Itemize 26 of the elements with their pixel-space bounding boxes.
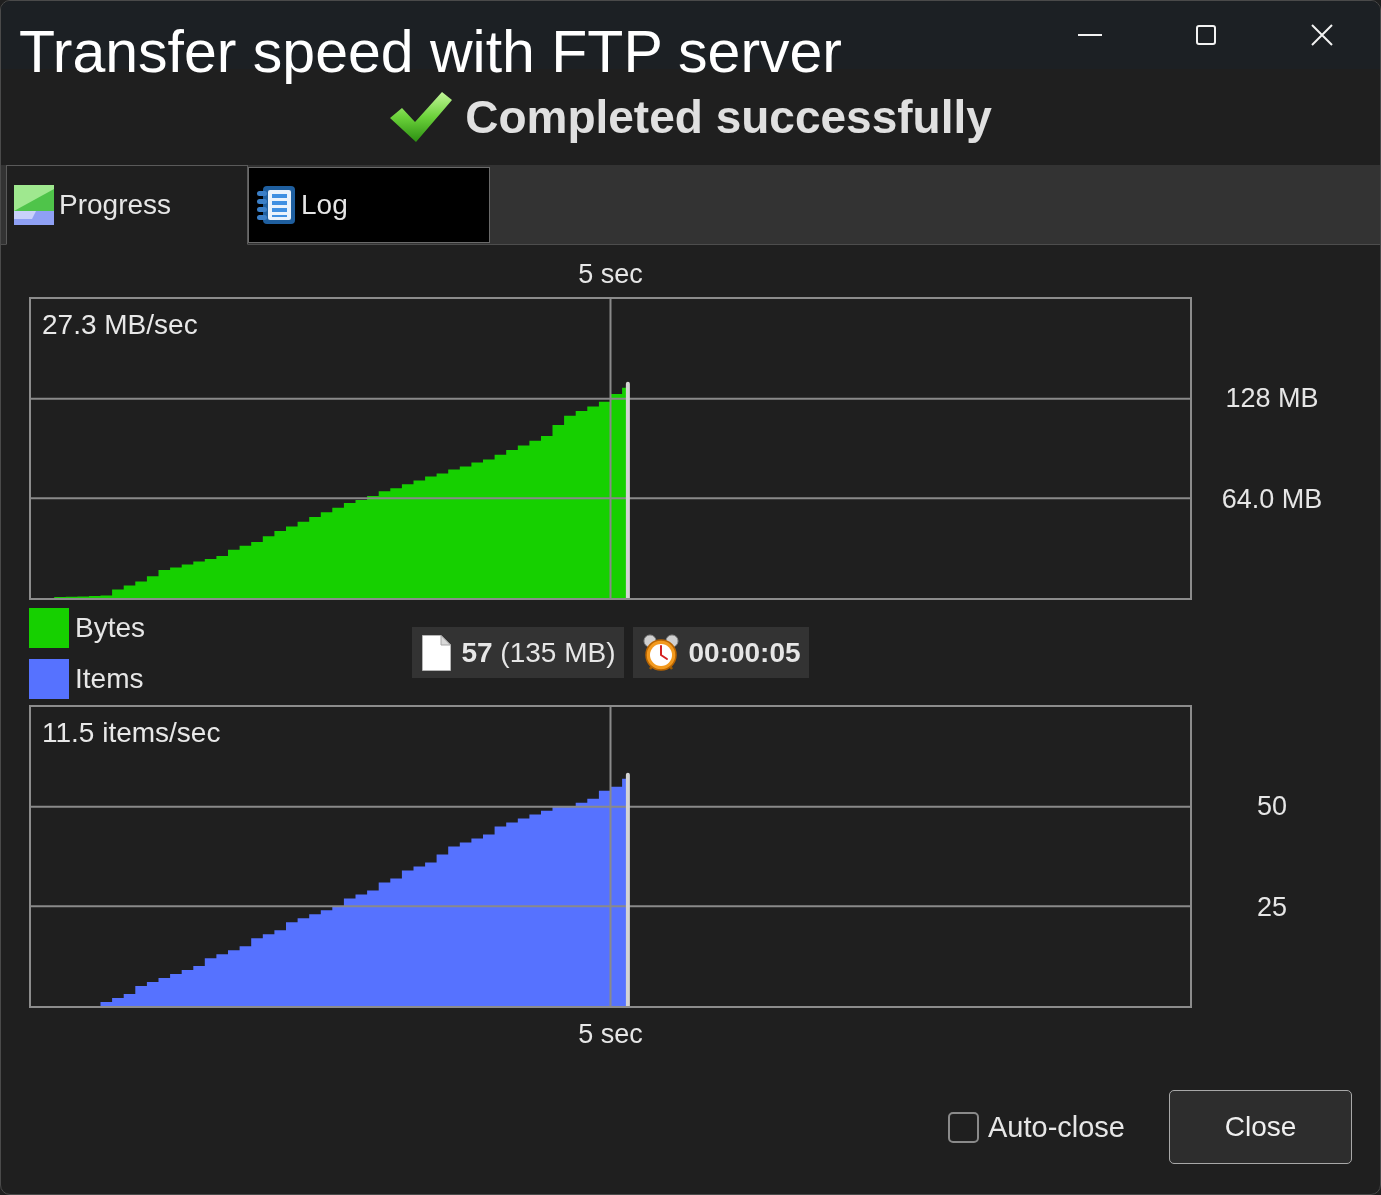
alarm-clock-icon — [642, 633, 679, 672]
close-icon — [1311, 24, 1333, 46]
scale-label: 128 MB — [1225, 381, 1319, 415]
maximize-icon — [1196, 25, 1216, 45]
tab[interactable]: Progress — [6, 165, 248, 245]
file-count-text: 57 (135 MB) — [461, 636, 616, 669]
legend-label: Items — [75, 663, 144, 695]
elapsed-time: 00:00:05 — [688, 636, 801, 669]
tab[interactable]: Log — [248, 167, 490, 243]
legend-label: Bytes — [75, 612, 146, 644]
speed-readout: 11.5 items/sec — [42, 716, 221, 750]
time-label: 5 sec — [578, 257, 643, 291]
speed-readout: 27.3 MB/sec — [42, 308, 198, 342]
time-label: 5 sec — [578, 1017, 643, 1051]
scale-label: 64.0 MB — [1221, 482, 1323, 516]
chart-icon — [14, 185, 54, 225]
scale-label: 25 — [1256, 890, 1287, 924]
file-icon — [422, 634, 452, 671]
auto-close-label[interactable]: Auto-close — [988, 1110, 1125, 1144]
close-button[interactable]: Close — [1169, 1090, 1352, 1164]
notebook-icon — [256, 185, 296, 225]
checkmark-icon — [389, 91, 454, 143]
auto-close-checkbox[interactable] — [948, 1111, 979, 1143]
minimize-icon — [1078, 34, 1102, 36]
status-message: Completed successfully — [465, 90, 992, 144]
scale-label: 50 — [1256, 789, 1287, 823]
